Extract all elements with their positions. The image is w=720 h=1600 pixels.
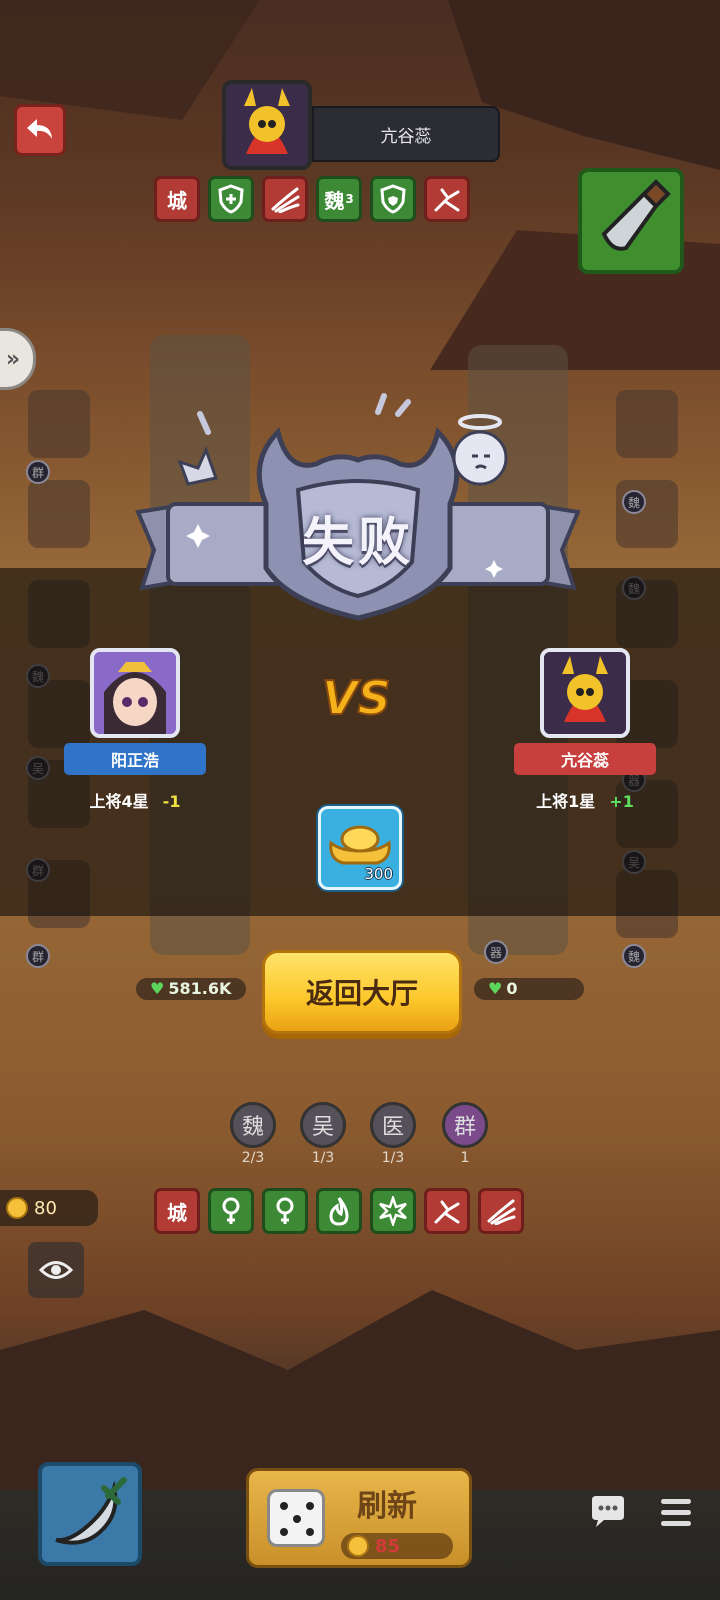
scimitar-icon: [55, 1477, 127, 1545]
left-player-card: 阳正浩 上将4星 -1: [64, 648, 206, 818]
left-hp-value: 581.6K: [168, 979, 232, 998]
arrow-strike-icon: [434, 1200, 460, 1224]
vs-emblem: VS: [318, 662, 398, 742]
double-chevron-icon: »: [5, 346, 21, 372]
return-lobby-button[interactable]: 返回大厅: [262, 950, 462, 1034]
cleaver-icon: [601, 179, 671, 251]
back-arrow-icon: [27, 119, 52, 139]
defeat-banner: 失败: [128, 392, 588, 628]
faction-wu-label: 吴: [300, 1102, 346, 1148]
faction-wu-count: 1/3: [311, 1150, 335, 1166]
shield-plus-icon: [218, 184, 244, 214]
opp-tag-claw[interactable]: [262, 176, 308, 222]
faction-yi-label: 医: [370, 1102, 416, 1148]
right-player-card: 亢谷蕊 上将1星 +1: [514, 648, 656, 818]
burst-icon: [379, 1196, 407, 1226]
view-toggle-button[interactable]: [28, 1242, 84, 1298]
opp-tag-wei-label: 魏: [324, 188, 345, 213]
right-player-name: 亢谷蕊: [514, 743, 656, 775]
keyhole-icon: [276, 1197, 294, 1224]
left-player-name: 阳正浩: [64, 743, 206, 775]
heart-icon: ♥: [150, 979, 165, 998]
eye-icon: [39, 1261, 73, 1279]
right-player-rank-delta: +1: [609, 792, 634, 811]
left-player-rank-delta: -1: [162, 792, 181, 811]
claw-slash-icon: [271, 187, 300, 213]
opp-tag-wei-count: 3: [345, 192, 354, 206]
reward-amount: 300: [364, 865, 393, 883]
left-player-avatar: [90, 648, 180, 738]
right-player-rank-row: 上将1星 +1: [514, 788, 656, 812]
vs-label: VS: [322, 671, 391, 725]
dice-icon: [267, 1489, 325, 1547]
opp-tag-shield-plus[interactable]: [208, 176, 254, 222]
faction-wei-count: 2/3: [241, 1150, 265, 1166]
right-hp: ♥ 0: [488, 979, 517, 998]
faction-wei[interactable]: 魏 2/3: [228, 1102, 278, 1166]
my-tag-keyhole-1[interactable]: [208, 1188, 254, 1234]
my-tag-burst[interactable]: [370, 1188, 416, 1234]
coin-icon: [6, 1197, 28, 1219]
opp-tag-city[interactable]: 城: [154, 176, 200, 222]
left-player-rank: 上将4星: [89, 792, 149, 811]
flame-icon: [329, 1197, 349, 1226]
opponent-avatar: [222, 80, 312, 170]
hamburger-icon: [661, 1498, 691, 1504]
menu-button[interactable]: [650, 1486, 702, 1538]
faction-qun-count: 1: [460, 1150, 470, 1166]
my-tag-keyhole-2[interactable]: [262, 1188, 308, 1234]
right-player-avatar: [540, 648, 630, 738]
faction-qun-label: 群: [442, 1102, 488, 1148]
arrow-strike-icon: [434, 188, 460, 212]
back-button[interactable]: [14, 104, 66, 156]
chat-bubble-icon: [592, 1496, 624, 1527]
faction-yi-count: 1/3: [381, 1150, 405, 1166]
result-title: 失败: [301, 513, 414, 573]
my-tag-claw[interactable]: [478, 1188, 524, 1234]
reward-item: 300: [318, 806, 402, 890]
faction-qun[interactable]: 群 1: [440, 1102, 490, 1166]
refresh-label: 刷新: [357, 1489, 417, 1524]
keyhole-icon: [222, 1197, 240, 1224]
opp-tag-shield[interactable]: [370, 176, 416, 222]
claw-slash-icon: [487, 1199, 516, 1225]
chat-button[interactable]: [582, 1486, 634, 1538]
faction-wei-label: 魏: [230, 1102, 276, 1148]
faction-wu[interactable]: 吴 1/3: [298, 1102, 348, 1166]
my-tag-flame[interactable]: [316, 1188, 362, 1234]
right-player-rank: 上将1星: [536, 792, 596, 811]
sword-skill-button[interactable]: [38, 1462, 142, 1566]
coin-icon: [347, 1535, 369, 1557]
my-tag-strike[interactable]: [424, 1188, 470, 1234]
coin-amount: 80: [34, 1197, 57, 1219]
refresh-cost: 85: [341, 1533, 453, 1559]
refresh-cost-value: 85: [375, 1535, 401, 1557]
coin-counter: 80: [0, 1190, 98, 1226]
heart-icon: ♥: [488, 979, 503, 998]
refresh-button[interactable]: 刷新 85: [246, 1468, 472, 1568]
weapon-skill-button[interactable]: [578, 168, 684, 274]
shield-icon: [380, 184, 406, 214]
left-player-rank-row: 上将4星 -1: [64, 788, 206, 812]
opp-tag-wei[interactable]: 魏3: [316, 176, 362, 222]
opp-tag-strike[interactable]: [424, 176, 470, 222]
my-tag-city[interactable]: 城: [154, 1188, 200, 1234]
left-hp: ♥ 581.6K: [150, 979, 231, 998]
opponent-name-label: 亢谷蕊: [312, 106, 500, 162]
right-hp-value: 0: [506, 979, 518, 998]
faction-yi[interactable]: 医 1/3: [368, 1102, 418, 1166]
